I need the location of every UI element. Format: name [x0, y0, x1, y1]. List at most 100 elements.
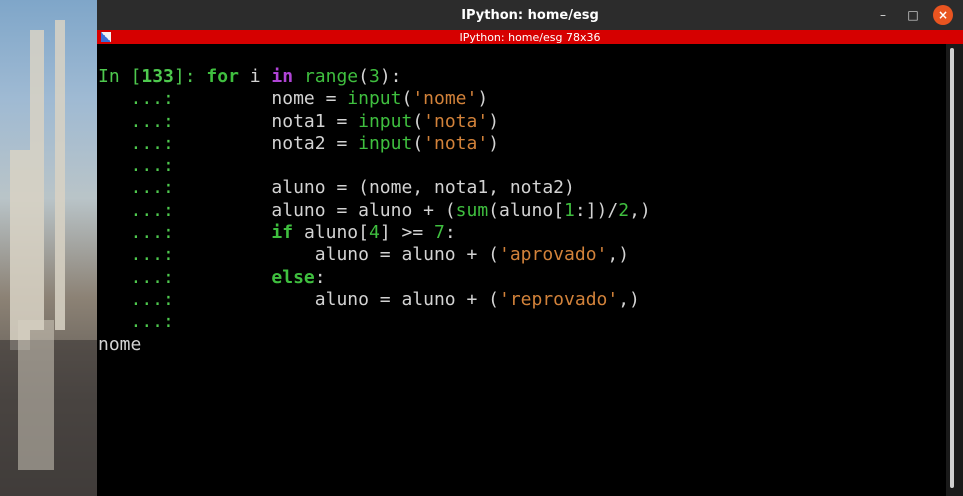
code-line: ...: nota2 = input('nota')	[98, 133, 946, 155]
code-token: aluno[	[293, 222, 369, 244]
code-token: )	[488, 132, 500, 154]
code-token: else	[271, 266, 315, 288]
code-token: 4	[368, 222, 380, 244]
code-token: 1	[564, 199, 575, 221]
code-token: 3	[368, 66, 380, 87]
scrollbar-thumb[interactable]	[950, 48, 954, 488]
terminal-scrollbar[interactable]	[946, 44, 963, 496]
window-title: IPython: home/esg	[461, 7, 599, 23]
code-line: ...:	[98, 311, 946, 333]
code-token: :	[314, 266, 326, 288]
code-token: (	[412, 110, 424, 132]
prompt-continuation: ...:	[98, 110, 185, 132]
code-token: )	[488, 110, 500, 132]
minimize-button[interactable]: –	[873, 5, 893, 25]
code-token: nome =	[271, 88, 348, 110]
code-line: ...: nota1 = input('nota')	[98, 111, 946, 133]
code-token: if	[271, 222, 294, 244]
window-controls: – □ ×	[873, 5, 953, 25]
code-line: ...: aluno = (nome, nota1, nota2)	[98, 177, 946, 199]
prompt-in-close: ]:	[173, 66, 207, 87]
code-line: ...: else:	[98, 267, 946, 289]
code-token: for	[206, 66, 239, 87]
code-token: 'aprovado'	[499, 244, 608, 266]
terminal-header-title: IPython: home/esg 78x36	[459, 30, 601, 44]
code-token: ,)	[607, 244, 630, 266]
prompt-continuation: ...:	[98, 132, 185, 154]
prompt-continuation: ...:	[98, 222, 185, 244]
code-token: (	[358, 66, 369, 87]
prompt-continuation: ...:	[98, 199, 185, 221]
code-token: range	[303, 66, 359, 87]
code-token: input	[347, 88, 402, 110]
code-token: )	[477, 88, 489, 110]
code-token: 'nota'	[423, 110, 489, 132]
input-prompt-output: nome	[98, 333, 142, 355]
code-token: (aluno[	[488, 199, 565, 221]
prompt-continuation: ...:	[98, 177, 185, 199]
code-line: ...: aluno = aluno + ('reprovado',)	[98, 289, 946, 311]
code-line: In [133]: for i in range(3):	[98, 66, 946, 88]
code-token: input	[358, 132, 413, 154]
prompt-continuation: ...:	[98, 155, 185, 177]
code-token: ,)	[629, 199, 651, 221]
code-line: ...: if aluno[4] >= 7:	[98, 222, 946, 244]
prompt-continuation: ...:	[98, 288, 185, 310]
code-token: i	[238, 66, 272, 87]
code-token: aluno = (nome, nota1, nota2)	[271, 177, 575, 199]
code-token: 'nota'	[423, 132, 489, 154]
desktop-wallpaper	[0, 0, 97, 496]
prompt-in-label: In [	[98, 66, 142, 87]
code-token: ] >=	[379, 222, 434, 244]
code-token: 'nome'	[412, 88, 478, 110]
code-token: 2	[618, 199, 630, 221]
code-token: aluno = aluno + (	[271, 199, 456, 221]
code-token: in	[271, 66, 294, 87]
code-token: ,)	[618, 288, 640, 310]
code-line: ...: aluno = aluno + (sum(aluno[1:])/2,)	[98, 200, 946, 222]
code-line: ...:	[98, 155, 946, 177]
code-token: input	[358, 110, 413, 132]
terminal-output[interactable]: In [133]: for i in range(3): ...: nome =…	[97, 44, 946, 496]
code-token: nota2 =	[271, 132, 359, 154]
maximize-button[interactable]: □	[903, 5, 923, 25]
code-token: 'reprovado'	[499, 288, 619, 310]
prompt-continuation: ...:	[98, 266, 185, 288]
prompt-continuation: ...:	[98, 311, 185, 333]
code-token: :])/	[574, 199, 619, 221]
code-line: ...: nome = input('nome')	[98, 88, 946, 110]
window-titlebar[interactable]: IPython: home/esg – □ ×	[97, 0, 963, 30]
code-token: aluno = aluno + (	[314, 288, 499, 310]
terminal-header: IPython: home/esg 78x36	[97, 30, 963, 44]
close-button[interactable]: ×	[933, 5, 953, 25]
code-token: nota1 =	[271, 110, 359, 132]
code-token: ):	[379, 66, 402, 87]
code-token: sum	[455, 199, 489, 221]
prompt-continuation: ...:	[98, 244, 185, 266]
code-token: 7	[434, 222, 445, 244]
code-token: aluno = aluno + (	[314, 244, 499, 266]
terminal-app-icon	[101, 32, 111, 42]
code-token: :	[444, 222, 456, 244]
code-token: (	[401, 88, 413, 110]
